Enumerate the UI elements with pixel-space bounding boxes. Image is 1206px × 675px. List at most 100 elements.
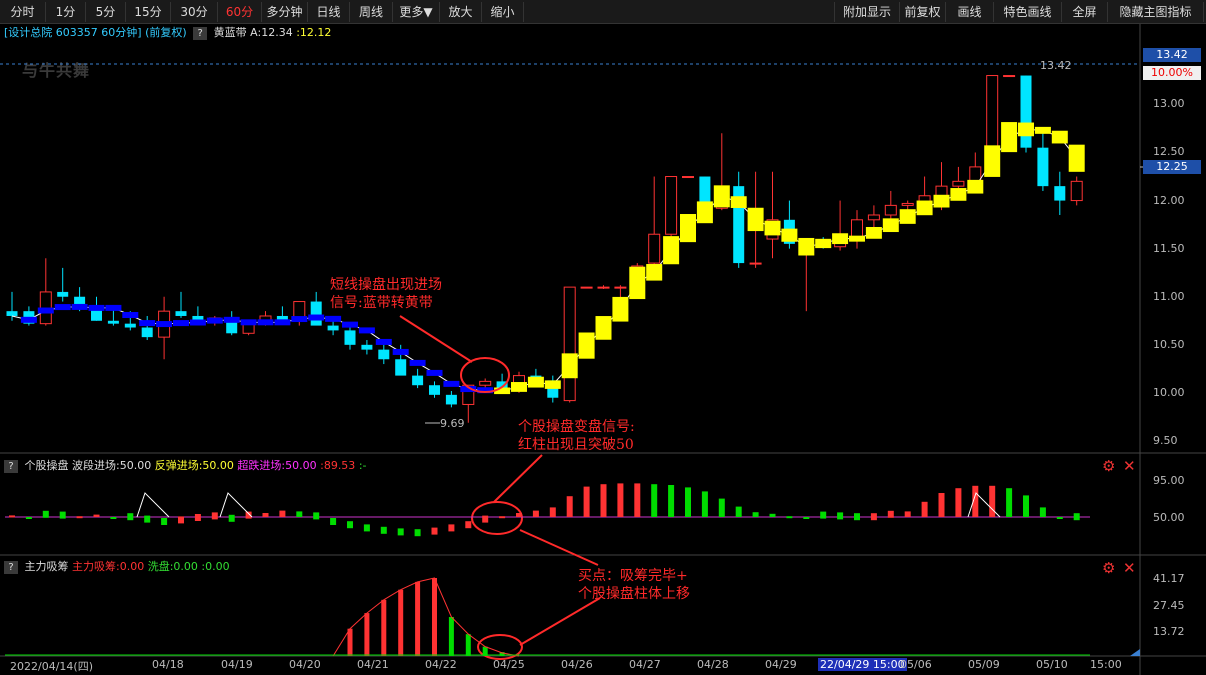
osc-bar-8	[144, 515, 151, 523]
band-segment-20	[342, 321, 358, 328]
panel2-close-icon[interactable]: ✕	[1123, 457, 1136, 475]
candle-body-63	[1070, 180, 1083, 202]
band-segment-63	[1068, 144, 1085, 172]
band-segment-4	[71, 303, 88, 310]
band-segment-57	[967, 179, 984, 194]
panel2-y-tick-0: 95.00	[1153, 474, 1185, 487]
oversold-marker-0	[136, 492, 170, 518]
candle-body-7	[124, 323, 136, 328]
entry-signal-arrow	[399, 315, 473, 363]
band-segment-19	[325, 315, 342, 322]
band-segment-5	[88, 304, 105, 311]
panel2-y-tick-1: 50.00	[1153, 511, 1185, 524]
band-segment-60	[1018, 122, 1034, 137]
panel2-settings-icon[interactable]: ⚙	[1102, 457, 1115, 475]
band-segment-58	[984, 145, 1001, 177]
osc-bar-34	[583, 486, 590, 517]
candle-body-28	[479, 380, 492, 386]
osc-bar-22	[380, 526, 387, 534]
candle-body-61	[1037, 147, 1049, 187]
osc-bar-5	[93, 514, 100, 517]
osc-bar-43	[735, 506, 742, 517]
band-segment-26	[443, 380, 460, 387]
osc-bar-36	[617, 483, 624, 517]
band-segment-37	[629, 266, 646, 300]
band-segment-15	[257, 319, 274, 326]
panel3-close-icon[interactable]: ✕	[1123, 559, 1136, 577]
candle-body-62	[1054, 186, 1066, 201]
osc-bar-6	[110, 517, 117, 519]
candle-body-53	[901, 202, 914, 206]
band-segment-45	[764, 220, 781, 236]
osc-bar-62	[1056, 517, 1063, 519]
band-segment-23	[392, 348, 409, 355]
date-label-8: 04/27	[629, 658, 661, 671]
panel3-settings-icon[interactable]: ⚙	[1102, 559, 1115, 577]
osc-bar-26	[448, 524, 455, 532]
osc-bar-60	[1023, 495, 1029, 517]
osc-bar-54	[921, 501, 928, 517]
panel3-y-tick-0: 41.17	[1153, 572, 1185, 585]
band-segment-10	[173, 320, 189, 327]
panel2-help-icon[interactable]: ?	[4, 459, 18, 473]
osc-bar-16	[279, 510, 286, 517]
band-segment-44	[747, 207, 764, 232]
candle-body-51	[867, 214, 880, 221]
candle-body-56	[952, 180, 965, 187]
candle-body-35	[597, 286, 610, 289]
band-segment-18	[308, 314, 325, 321]
date-label-7: 04/26	[561, 658, 593, 671]
osc-bar-47	[803, 517, 810, 519]
band-segment-24	[409, 359, 426, 366]
candle-body-34	[580, 286, 593, 289]
osc-bar-0	[9, 515, 15, 518]
osc-bar-19	[330, 518, 337, 525]
band-segment-30	[511, 382, 527, 392]
band-segment-33	[561, 353, 578, 379]
pct-change-badge: 10.00%	[1143, 66, 1201, 80]
band-segment-14	[240, 319, 257, 326]
accum-outline	[332, 577, 520, 657]
panel3-help-icon[interactable]: ?	[4, 560, 18, 574]
candle-body-24	[412, 375, 424, 386]
candle-body-8	[141, 327, 153, 338]
candle-body-38	[648, 233, 661, 264]
band-segment-3	[54, 304, 71, 311]
osc-bar-46	[786, 516, 793, 519]
band-segment-35	[595, 316, 612, 340]
band-segment-36	[612, 296, 629, 322]
main-y-tick-5: 10.50	[1153, 337, 1185, 351]
main-y-tick-2: 12.00	[1153, 193, 1185, 207]
osc-bar-17	[296, 511, 303, 517]
panel3-y-tick-1: 27.45	[1153, 599, 1185, 612]
band-segment-21	[358, 327, 375, 334]
osc-bar-29	[499, 516, 506, 519]
main-y-tick-4: 11.00	[1153, 289, 1185, 303]
date-label-13: 05/09	[968, 658, 1000, 671]
band-segment-31	[527, 376, 544, 388]
date-label-15: 15:00	[1090, 658, 1122, 671]
accum-bar-27	[465, 634, 471, 656]
date-label-3: 04/20	[289, 658, 321, 671]
moving-average-line	[11, 128, 1078, 392]
band-segment-61	[1034, 126, 1051, 134]
band-segment-38	[646, 264, 663, 281]
change-signal-circle	[471, 501, 523, 535]
accum-bar-21	[364, 613, 370, 656]
band-segment-42	[713, 185, 730, 208]
candle-body-3	[57, 291, 69, 297]
band-segment-2	[37, 307, 54, 314]
candle-body-22	[378, 349, 390, 360]
osc-bar-56	[955, 488, 962, 517]
osc-bar-13	[228, 514, 235, 522]
main-y-tick-0: 13.00	[1153, 97, 1185, 111]
osc-bar-12	[211, 512, 218, 520]
band-segment-16	[274, 319, 291, 326]
osc-bar-40	[685, 487, 691, 517]
osc-bar-48	[820, 511, 827, 519]
osc-bar-61	[1039, 507, 1046, 517]
osc-bar-50	[854, 513, 860, 521]
annotation-change-signal: 个股操盘变盘信号: 红柱出现且突破50	[518, 419, 635, 453]
buy-point-arrow-down	[519, 597, 601, 646]
osc-bar-27	[465, 521, 472, 529]
